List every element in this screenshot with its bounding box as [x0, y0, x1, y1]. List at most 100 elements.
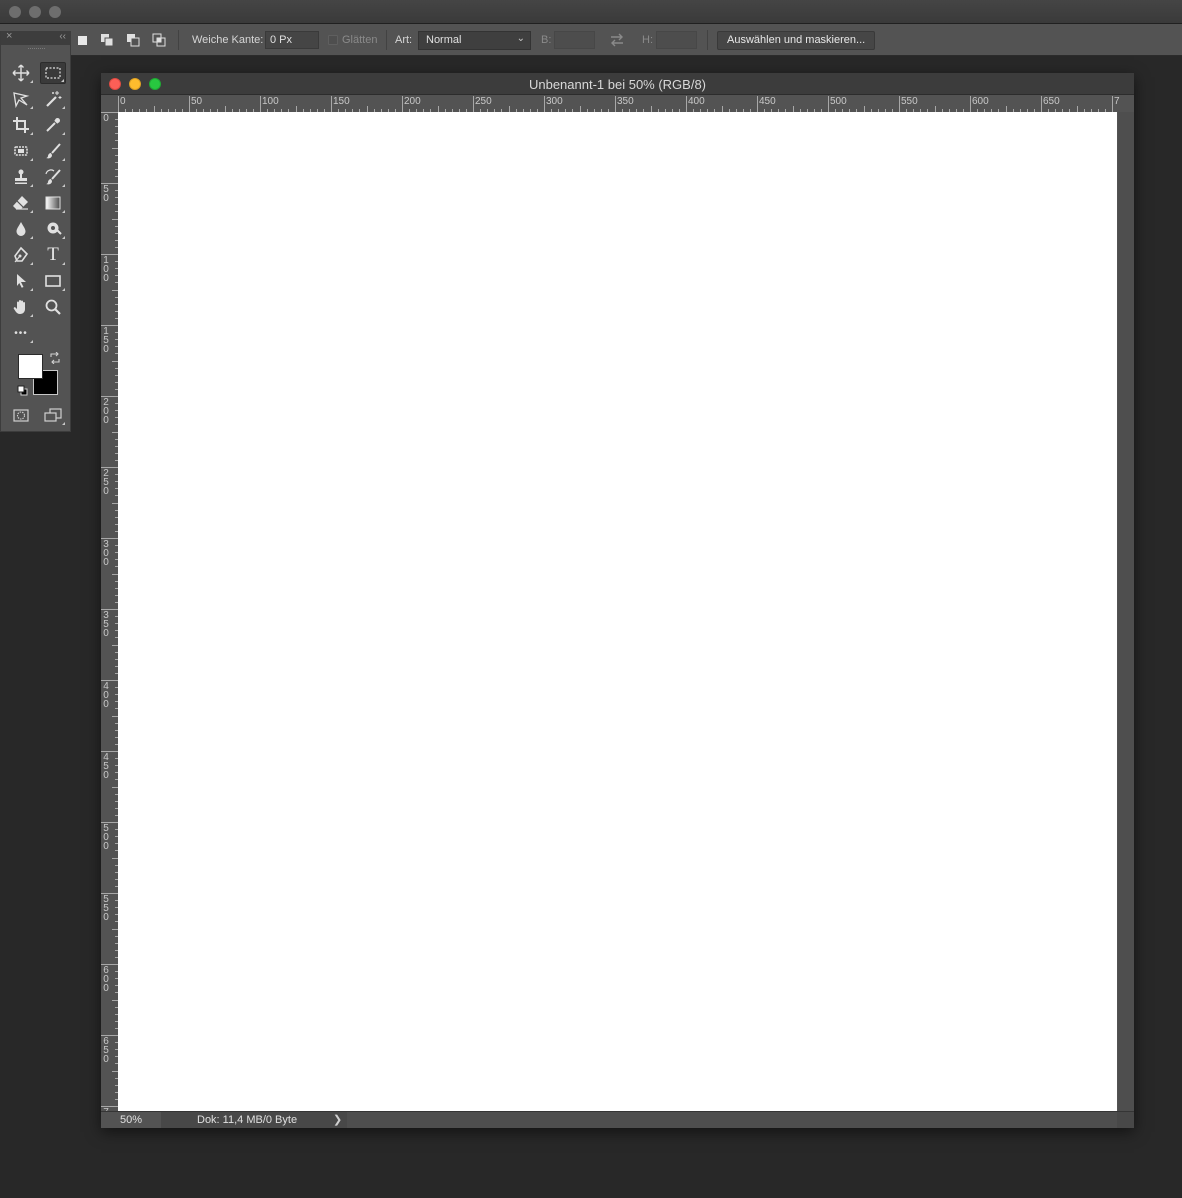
- quick-mask-button[interactable]: [8, 404, 34, 426]
- screen-mode-button[interactable]: [40, 404, 66, 426]
- document-title-bar[interactable]: Unbenannt-1 bei 50% (RGB/8): [101, 73, 1134, 95]
- ruler-tick: [686, 96, 687, 112]
- style-label: Art:: [395, 34, 413, 46]
- ruler-label: 150: [103, 326, 109, 355]
- zoom-level[interactable]: 50%: [101, 1112, 161, 1128]
- ruler-tick: [828, 96, 829, 112]
- crop-tool[interactable]: [8, 114, 34, 136]
- history-brush-tool[interactable]: [40, 166, 66, 188]
- style-select[interactable]: Normal ⌄: [418, 31, 531, 50]
- status-menu-arrow[interactable]: ❯: [333, 1113, 342, 1126]
- crop-icon: [13, 117, 29, 133]
- default-colors-icon[interactable]: [17, 385, 28, 396]
- ruler-tick: [1041, 96, 1042, 112]
- pen-tool[interactable]: [8, 244, 34, 266]
- ruler-label: 600: [972, 96, 989, 107]
- ruler-tick: [544, 96, 545, 112]
- ruler-tick: [899, 96, 900, 112]
- ruler-label: 150: [333, 96, 350, 107]
- lasso-tool[interactable]: [8, 88, 34, 110]
- document-title: Unbenannt-1 bei 50% (RGB/8): [528, 77, 707, 92]
- status-bar: 50% Dok: 11,4 MB/0 Byte ❯: [101, 1111, 1134, 1128]
- type-icon: T: [47, 244, 59, 265]
- quick-mask-icon: [13, 409, 29, 422]
- edit-toolbar-button[interactable]: •••: [8, 322, 34, 344]
- horizontal-ruler[interactable]: 0 50 100 150 200 250 300 350 400 450 500 550 600 650 7: [118, 96, 1120, 112]
- app-close-button[interactable]: [9, 6, 21, 18]
- swap-dimensions-icon[interactable]: [609, 33, 625, 47]
- path-selection-tool[interactable]: [8, 270, 34, 292]
- ruler-label: 100: [262, 96, 279, 107]
- ruler-label: 250: [475, 96, 492, 107]
- ruler-label: 400: [103, 681, 109, 710]
- swap-colors-icon[interactable]: [49, 352, 61, 364]
- ruler-label: 550: [901, 96, 918, 107]
- ruler-label: 7: [1114, 96, 1120, 107]
- magic-wand-tool[interactable]: [40, 88, 66, 110]
- ruler-label: 50: [191, 96, 203, 107]
- select-and-mask-button[interactable]: Auswählen und maskieren...: [717, 31, 876, 50]
- eyedropper-tool[interactable]: [40, 114, 66, 136]
- hand-tool[interactable]: [8, 296, 34, 318]
- type-tool[interactable]: T: [40, 244, 66, 266]
- blur-tool[interactable]: [8, 218, 34, 240]
- panel-grip[interactable]: [28, 48, 45, 50]
- separator: [386, 30, 387, 50]
- rectangle-tool[interactable]: [40, 270, 66, 292]
- add-to-selection-icon[interactable]: [100, 33, 114, 47]
- stamp-icon: [15, 169, 27, 184]
- foreground-color-swatch[interactable]: [18, 354, 43, 379]
- collapse-icon[interactable]: ‹‹: [59, 31, 66, 42]
- ruler-label: 450: [759, 96, 776, 107]
- gradient-icon: [45, 196, 61, 210]
- hand-icon: [13, 300, 25, 314]
- width-input[interactable]: [554, 31, 595, 49]
- antialias-checkbox[interactable]: [328, 35, 338, 45]
- document-info[interactable]: Dok: 11,4 MB/0 Byte: [197, 1114, 297, 1126]
- app-zoom-button[interactable]: [49, 6, 61, 18]
- pen-icon: [14, 246, 29, 263]
- ruler-tick: [260, 96, 261, 112]
- ruler-tick: [970, 96, 971, 112]
- ruler-tick: [331, 96, 332, 112]
- antialias-label: Glätten: [342, 34, 378, 46]
- ruler-label: 500: [103, 823, 109, 852]
- brush-tool[interactable]: [40, 140, 66, 162]
- zoom-tool[interactable]: [40, 296, 66, 318]
- document-canvas[interactable]: [118, 112, 1117, 1111]
- horizontal-scrollbar[interactable]: [347, 1112, 1117, 1128]
- ruler-label: 200: [404, 96, 421, 107]
- vertical-ruler[interactable]: 0501001502002503003504004505005506006507: [101, 96, 118, 1118]
- dodge-tool[interactable]: [40, 218, 66, 240]
- path-selection-icon: [17, 274, 26, 288]
- rectangular-marquee-tool[interactable]: [40, 62, 66, 84]
- app-title-bar: [0, 0, 1182, 24]
- intersect-selection-icon[interactable]: [152, 33, 166, 47]
- new-selection-icon[interactable]: [75, 33, 89, 47]
- subtract-from-selection-icon[interactable]: [126, 33, 140, 47]
- move-tool[interactable]: [8, 62, 34, 84]
- clone-stamp-tool[interactable]: [8, 166, 34, 188]
- ruler-label: 350: [103, 610, 109, 639]
- spot-healing-tool[interactable]: [8, 140, 34, 162]
- ruler-label: 300: [546, 96, 563, 107]
- ruler-label: 0: [120, 96, 126, 107]
- document-window: Unbenannt-1 bei 50% (RGB/8) 0 50 100 150 200…: [101, 73, 1134, 1128]
- app-minimize-button[interactable]: [29, 6, 41, 18]
- feather-input[interactable]: 0 Px: [265, 31, 319, 49]
- separator: [707, 30, 708, 50]
- ruler-tick: [189, 96, 190, 112]
- style-select-value: Normal: [426, 34, 462, 46]
- gradient-tool[interactable]: [40, 192, 66, 214]
- blur-icon: [16, 222, 26, 236]
- vertical-scrollbar[interactable]: [1118, 112, 1134, 1111]
- dodge-icon: [47, 222, 62, 235]
- ruler-tick: [402, 96, 403, 112]
- ruler-label: 100: [103, 255, 109, 284]
- tools-panel-header[interactable]: × ‹‹: [1, 30, 71, 45]
- ruler-tick: [473, 96, 474, 112]
- height-input[interactable]: [656, 31, 697, 49]
- eraser-tool[interactable]: [8, 192, 34, 214]
- close-icon[interactable]: ×: [6, 30, 12, 42]
- history-brush-icon: [45, 169, 61, 185]
